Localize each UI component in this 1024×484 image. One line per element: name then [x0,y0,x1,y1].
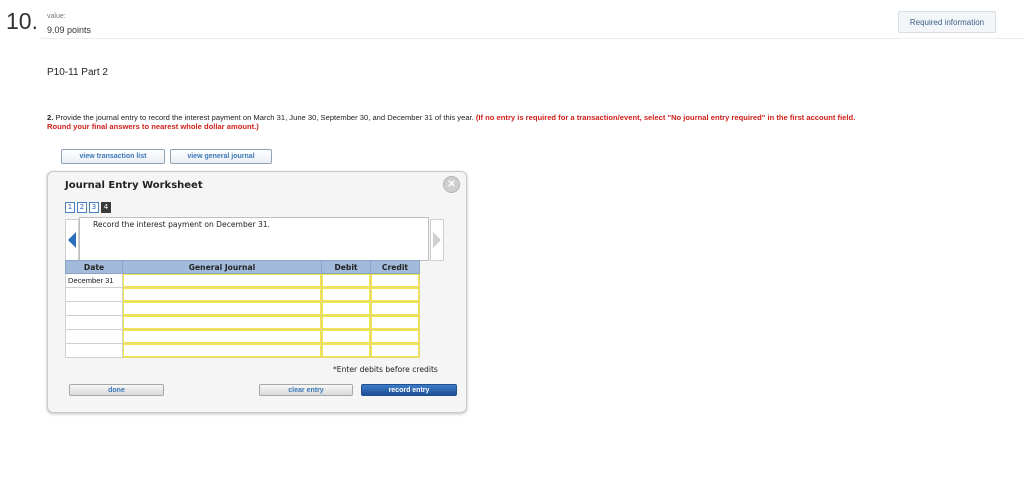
account-input[interactable] [122,315,322,330]
date-cell [65,301,123,316]
instruction-text: Provide the journal entry to record the … [53,113,476,122]
table-row [65,329,420,344]
account-input[interactable] [122,273,322,288]
worksheet-title: Journal Entry Worksheet [65,180,203,191]
clear-entry-button[interactable]: clear entry [259,384,353,396]
debit-input[interactable] [321,343,371,358]
done-button[interactable]: done [69,384,164,396]
table-row [65,301,420,316]
step-1-tab[interactable]: 1 [65,202,75,213]
record-entry-button[interactable]: record entry [361,384,457,396]
step-navigator: 1 2 3 4 [65,202,111,213]
debits-before-credits-note: *Enter debits before credits [333,365,438,374]
column-header-debit: Debit [321,260,371,274]
instruction-warning: (If no entry is required for a transacti… [475,113,856,122]
instructions: 2. Provide the journal entry to record t… [47,113,1022,131]
value-label: value: [47,13,66,20]
debit-input[interactable] [321,329,371,344]
date-cell: December 31 [65,273,123,288]
step-2-tab[interactable]: 2 [77,202,87,213]
date-cell [65,343,123,358]
table-row [65,287,420,302]
question-number: 10. [6,8,38,34]
table-row [65,315,420,330]
debit-input[interactable] [321,301,371,316]
debit-input[interactable] [321,315,371,330]
header-divider [40,38,1024,39]
credit-input[interactable] [370,343,420,358]
column-header-date: Date [65,260,123,274]
account-input[interactable] [122,287,322,302]
table-row [65,343,420,358]
step-3-tab[interactable]: 3 [89,202,99,213]
next-arrow-icon[interactable] [430,219,444,261]
view-general-journal-button[interactable]: view general journal [170,149,272,164]
debit-input[interactable] [321,273,371,288]
view-transaction-list-button[interactable]: view transaction list [61,149,165,164]
account-input[interactable] [122,329,322,344]
prompt-text: Record the interest payment on December … [93,220,271,229]
part-title: P10-11 Part 2 [47,67,108,78]
account-input[interactable] [122,343,322,358]
instruction-warning-line2: Round your final answers to nearest whol… [47,122,259,131]
close-icon[interactable]: ✕ [443,176,460,193]
date-cell [65,315,123,330]
step-4-tab[interactable]: 4 [101,202,111,213]
credit-input[interactable] [370,315,420,330]
column-header-credit: Credit [370,260,420,274]
journal-entry-worksheet: Journal Entry Worksheet ✕ 1 2 3 4 Record… [47,171,467,413]
credit-input[interactable] [370,287,420,302]
table-row: December 31 [65,273,420,288]
account-input[interactable] [122,301,322,316]
column-header-general-journal: General Journal [122,260,322,274]
credit-input[interactable] [370,329,420,344]
required-information-button[interactable]: Required information [898,11,996,33]
credit-input[interactable] [370,301,420,316]
credit-input[interactable] [370,273,420,288]
date-cell [65,329,123,344]
journal-table: Date General Journal Debit Credit Decemb… [65,260,420,358]
date-cell [65,287,123,302]
prompt-box: Record the interest payment on December … [79,217,429,261]
points-value: 9.09 points [47,25,92,35]
previous-arrow-icon[interactable] [65,219,79,261]
debit-input[interactable] [321,287,371,302]
